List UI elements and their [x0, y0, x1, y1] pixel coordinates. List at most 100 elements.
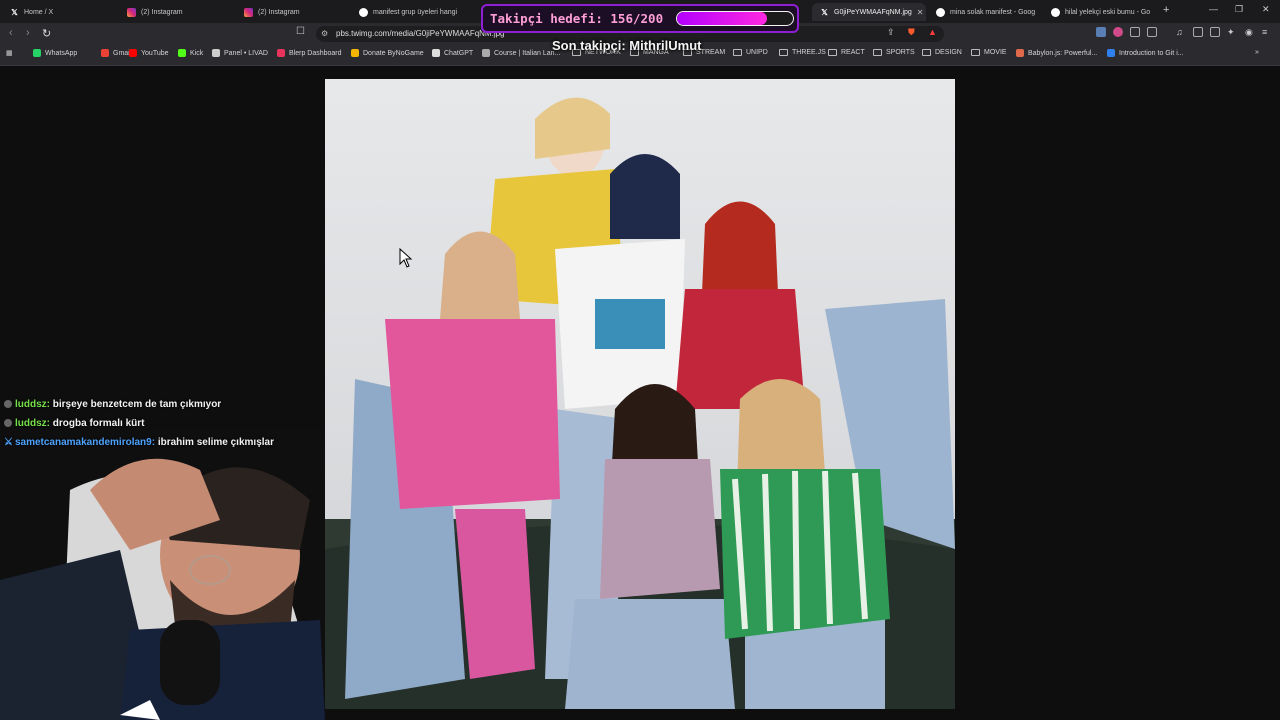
- bookmark-folder[interactable]: SPORTS: [873, 49, 915, 56]
- user-badge-icon: [4, 400, 12, 408]
- site-favicon-icon: [277, 49, 285, 57]
- bookmark-label: YouTube: [141, 49, 169, 57]
- site-favicon-icon: [178, 49, 186, 57]
- chat-message: ⚔ sametcanamakandemirolan9: ibrahim selim…: [4, 436, 314, 449]
- folder-icon: [971, 49, 980, 56]
- chat-message: luddsz: drogba formalı kürt: [4, 417, 314, 430]
- x-icon: 𝕏: [821, 7, 828, 17]
- tab-instagram-2[interactable]: (2) Instagram: [236, 3, 351, 21]
- maximize-button[interactable]: ❐: [1235, 4, 1243, 15]
- bookmark-folder[interactable]: MOVIE: [971, 49, 1007, 56]
- brave-shield-icon[interactable]: ⛊: [908, 27, 915, 38]
- sidebar-icon[interactable]: [1193, 27, 1203, 37]
- vpn-icon[interactable]: ◉: [1245, 27, 1253, 38]
- instagram-icon: [127, 7, 136, 17]
- bookmark-label: WhatsApp: [45, 49, 78, 57]
- apps-grid-icon[interactable]: ▦: [6, 49, 13, 57]
- extension-icon[interactable]: [1096, 27, 1106, 37]
- chat-message: luddsz: birşeye benzetcem de tam çıkmıyo…: [4, 398, 314, 411]
- bookmark-label: THREE.JS: [792, 49, 826, 56]
- site-favicon-icon: [212, 49, 220, 57]
- leo-ai-icon[interactable]: ✦: [1227, 27, 1235, 38]
- chat-username: luddsz: [15, 399, 47, 410]
- bookmark-link[interactable]: Introduction to Git i...: [1107, 49, 1184, 57]
- bookmark-link[interactable]: Donate ByNoGame: [351, 49, 424, 57]
- forward-arrow-icon[interactable]: ›: [26, 27, 30, 39]
- bookmark-folder[interactable]: DESIGN: [922, 49, 962, 56]
- wallet-icon[interactable]: [1210, 27, 1220, 37]
- bookmark-link[interactable]: Babylon.js: Powerful...: [1016, 49, 1097, 57]
- bookmark-link[interactable]: Gmail: [101, 49, 131, 57]
- brave-rewards-icon[interactable]: ▲: [928, 27, 937, 37]
- follower-goal-progress-fill: [677, 12, 768, 25]
- bookmark-link[interactable]: Blerp Dashboard: [277, 49, 342, 57]
- tab-hilal-search[interactable]: hilal yelekçi eski bumu - Go: [1043, 3, 1158, 21]
- folder-icon: [873, 49, 882, 56]
- screenshot-icon[interactable]: [1147, 27, 1157, 37]
- menu-icon[interactable]: ≡: [1262, 27, 1267, 37]
- bookmark-folder[interactable]: THREE.JS: [779, 49, 826, 56]
- last-follower-text: Son takipçi: MithrilUmut: [552, 38, 702, 53]
- group-photo[interactable]: [325, 79, 955, 709]
- chat-text: ibrahim selime çıkmışlar: [157, 437, 274, 448]
- minimize-button[interactable]: —: [1209, 4, 1218, 14]
- site-favicon-icon: [101, 49, 109, 57]
- site-favicon-icon: [1016, 49, 1024, 57]
- tab-title: Home / X: [24, 8, 54, 16]
- chat-username: sametcanamakandemirolan9: [14, 437, 152, 448]
- chat-text: drogba formalı kürt: [52, 418, 145, 429]
- bookmark-label: Course | Italian Lan...: [494, 49, 561, 57]
- folder-icon: [779, 49, 788, 56]
- follower-goal-progress-bar: [676, 11, 794, 26]
- bookmark-label: UNIPD: [746, 49, 768, 56]
- reload-icon[interactable]: ↻: [42, 27, 51, 40]
- bookmark-label: MOVIE: [984, 49, 1007, 56]
- more-bookmarks-icon[interactable]: »: [1255, 49, 1259, 56]
- bookmark-folder[interactable]: REACT: [828, 49, 865, 56]
- tab-title: manifest grup üyeleri hangi: [373, 8, 458, 16]
- bookmark-link[interactable]: YouTube: [129, 49, 169, 57]
- tab-close-icon[interactable]: ✕: [917, 8, 924, 17]
- bookmark-label: Panel • LIVAD: [224, 49, 268, 57]
- follower-goal-text: Takipçi hedefi: 156/200: [490, 11, 664, 26]
- tab-title: hilal yelekçi eski bumu - Go: [1065, 8, 1151, 16]
- chat-username: luddsz: [15, 418, 47, 429]
- mouse-cursor-icon: [399, 248, 413, 268]
- bookmark-label: Blerp Dashboard: [289, 49, 342, 57]
- site-info-icon[interactable]: ⚙: [321, 26, 328, 42]
- stream-chat: luddsz: birşeye benzetcem de tam çıkmıyo…: [4, 398, 314, 455]
- streamer-webcam-illustration: [0, 430, 325, 720]
- group-photo-illustration: [325, 79, 955, 709]
- sword-badge-icon: ⚔: [4, 437, 13, 448]
- bookmark-link[interactable]: Course | Italian Lan...: [482, 49, 560, 57]
- folder-icon: [828, 49, 837, 56]
- music-icon[interactable]: ♫: [1176, 27, 1183, 37]
- bookmark-label: DESIGN: [935, 49, 962, 56]
- tab-image-active[interactable]: 𝕏 G0jiPeYWMAAFqNM.jpg ✕: [812, 3, 926, 21]
- bookmark-link[interactable]: ChatGPT: [432, 49, 473, 57]
- tab-title: G0jiPeYWMAAFqNM.jpg: [834, 8, 912, 16]
- bookmark-link[interactable]: Panel • LIVAD: [212, 49, 268, 57]
- site-favicon-icon: [33, 49, 41, 57]
- bookmark-label: Kick: [190, 49, 204, 57]
- bookmark-label: Donate ByNoGame: [363, 49, 424, 57]
- bookmark-icon[interactable]: ☐: [296, 26, 305, 37]
- bookmark-link[interactable]: Kick: [178, 49, 203, 57]
- extensions-puzzle-icon[interactable]: [1130, 27, 1140, 37]
- new-tab-button[interactable]: +: [1163, 4, 1169, 16]
- follower-goal-widget: Takipçi hedefi: 156/200: [481, 4, 799, 33]
- site-favicon-icon: [351, 49, 359, 57]
- site-favicon-icon: [1107, 49, 1115, 57]
- bookmark-folder[interactable]: UNIPD: [733, 49, 768, 56]
- tab-instagram-1[interactable]: (2) Instagram: [119, 3, 234, 21]
- tab-home-x[interactable]: 𝕏 Home / X: [2, 3, 117, 21]
- tab-manifest-search[interactable]: manifest grup üyeleri hangi: [351, 3, 466, 21]
- bookmark-label: SPORTS: [886, 49, 915, 56]
- extension-icon[interactable]: [1113, 27, 1123, 37]
- share-icon[interactable]: ⇪: [887, 27, 895, 38]
- bookmark-link[interactable]: WhatsApp: [33, 49, 77, 57]
- back-arrow-icon[interactable]: ‹: [9, 27, 13, 39]
- tab-mina-search[interactable]: mina solak manifest - Goog: [928, 3, 1043, 21]
- tab-title: (2) Instagram: [258, 8, 300, 16]
- close-window-button[interactable]: ✕: [1262, 4, 1270, 15]
